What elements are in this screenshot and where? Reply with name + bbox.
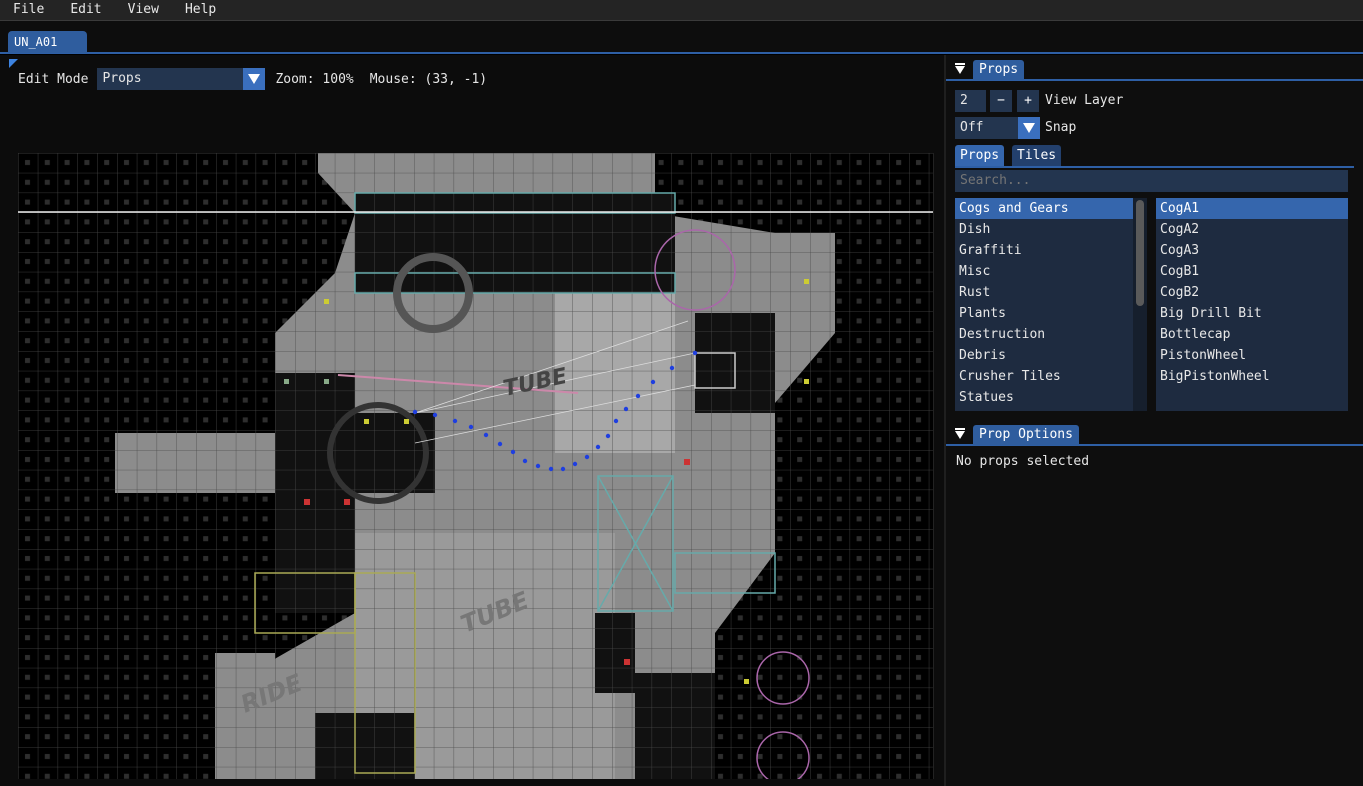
category-list-item[interactable]: Debris (955, 345, 1147, 366)
prop-list-item[interactable]: CogA3 (1156, 240, 1348, 261)
tab-props[interactable]: Props (955, 145, 1005, 167)
path-node[interactable] (605, 433, 611, 439)
prop-list-item[interactable]: CogA2 (1156, 219, 1348, 240)
props-section-header: Props (946, 57, 1363, 81)
edit-mode-value: Props (102, 71, 142, 86)
path-node[interactable] (572, 461, 578, 467)
category-list-item[interactable]: Dish (955, 219, 1147, 240)
category-list[interactable]: Cogs and Gears Dish Graffiti Misc Rust Plants… (955, 198, 1147, 411)
prop-options-status: No props selected (956, 454, 1090, 469)
prop-list-item[interactable]: CogB1 (1156, 261, 1348, 282)
document-tab[interactable]: UN_A01 (8, 31, 87, 53)
tab-underline (955, 166, 1354, 168)
prop-options-title[interactable]: Prop Options (973, 425, 1079, 445)
path-node[interactable] (548, 466, 554, 472)
menu-view[interactable]: View (115, 0, 172, 21)
path-node[interactable] (535, 463, 541, 469)
category-list-item[interactable]: Crusher Tiles (955, 366, 1147, 387)
path-node[interactable] (522, 458, 528, 464)
props-section-title[interactable]: Props (973, 60, 1025, 80)
level-editor-pane: Edit Mode Props Zoom: 100% Mouse: (33, -… (0, 55, 944, 786)
path-node[interactable] (635, 393, 641, 399)
edit-mode-dropdown[interactable]: Props (97, 68, 266, 90)
path-node[interactable] (497, 441, 503, 447)
level-map[interactable]: TUBE TUBE RIDE (18, 153, 934, 779)
path-node[interactable] (669, 365, 675, 371)
prop-list[interactable]: CogA1 CogA2 CogA3 CogB1 CogB2 Big Drill Bit Bo… (1156, 198, 1348, 411)
path-node[interactable] (613, 418, 619, 424)
path-node[interactable] (412, 409, 418, 415)
prop-list-item[interactable]: BigPistonWheel (1156, 366, 1348, 387)
collapse-icon[interactable] (951, 426, 969, 444)
path-node[interactable] (510, 449, 516, 455)
window-corner-icon[interactable] (9, 59, 18, 68)
category-scrollbar[interactable] (1133, 198, 1147, 411)
tab-tiles[interactable]: Tiles (1012, 145, 1062, 167)
path-node[interactable] (560, 466, 566, 472)
prop-list-item[interactable]: PistonWheel (1156, 345, 1348, 366)
path-node[interactable] (452, 418, 458, 424)
path-node[interactable] (468, 424, 474, 430)
snap-label: Snap (1045, 120, 1077, 135)
menu-edit[interactable]: Edit (57, 0, 114, 21)
level-canvas[interactable]: TUBE TUBE RIDE (18, 153, 934, 779)
prop-list-item[interactable]: CogB2 (1156, 282, 1348, 303)
view-layer-label: View Layer (1045, 93, 1124, 108)
path-node[interactable] (432, 412, 438, 418)
zoom-readout: Zoom: 100% (275, 71, 354, 87)
search-input[interactable] (955, 170, 1348, 192)
prop-list-item[interactable]: Bottlecap (1156, 324, 1348, 345)
category-list-item[interactable]: Statues (955, 387, 1147, 408)
view-layer-minus-button[interactable]: − (990, 90, 1012, 112)
path-node[interactable] (584, 454, 590, 460)
edit-mode-label: Edit Mode (18, 71, 89, 87)
path-node[interactable] (650, 379, 656, 385)
collapse-icon[interactable] (951, 61, 969, 79)
snap-dropdown[interactable]: Off (955, 117, 1040, 139)
category-list-item[interactable]: Plants (955, 303, 1147, 324)
path-node[interactable] (483, 432, 489, 438)
prop-list-item[interactable]: Big Drill Bit (1156, 303, 1348, 324)
path-node[interactable] (623, 406, 629, 412)
category-list-item[interactable]: Misc (955, 261, 1147, 282)
menu-file[interactable]: File (0, 0, 57, 21)
view-layer-input[interactable]: 2 (955, 90, 986, 112)
snap-value: Off (960, 120, 984, 135)
prop-list-item[interactable]: CogA1 (1156, 198, 1348, 219)
mouse-readout: Mouse: (33, -1) (369, 71, 488, 87)
scroll-thumb[interactable] (1136, 200, 1144, 306)
category-list-item[interactable]: Rust (955, 282, 1147, 303)
props-sidebar: Props 2 − + View Layer Off Snap Props Ti… (946, 55, 1363, 786)
dropdown-arrow-icon[interactable] (243, 68, 266, 90)
category-list-item[interactable]: Cogs and Gears (955, 198, 1147, 219)
prop-options-section-header: Prop Options (946, 422, 1363, 446)
document-tab-bar: UN_A01 (0, 21, 1363, 54)
path-node[interactable] (595, 444, 601, 450)
view-layer-plus-button[interactable]: + (1017, 90, 1039, 112)
path-node[interactable] (692, 350, 698, 356)
category-list-item[interactable]: Destruction (955, 324, 1147, 345)
category-list-item[interactable]: Graffiti (955, 240, 1147, 261)
editor-toolbar: Edit Mode Props Zoom: 100% Mouse: (33, -… (18, 68, 487, 90)
dropdown-arrow-icon[interactable] (1018, 117, 1040, 139)
menu-help[interactable]: Help (172, 0, 229, 21)
menu-bar: File Edit View Help (0, 0, 1363, 21)
